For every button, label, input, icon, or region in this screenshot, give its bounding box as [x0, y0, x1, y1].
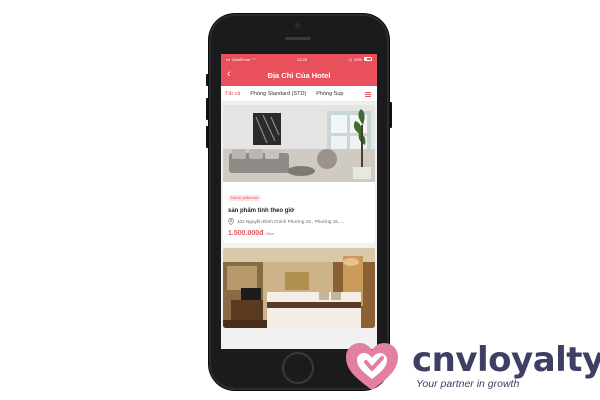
brand-tagline: Your partner in growth: [416, 378, 520, 390]
tab-all[interactable]: Tất cả: [225, 86, 241, 101]
power-button: [389, 102, 392, 128]
phone-screen: ▪▪▪ MobiFone ◠ 13:25 ◷ 29% ‹ Địa Chỉ Của…: [221, 54, 377, 349]
brand-name: cnvloyalty: [412, 340, 600, 380]
home-button[interactable]: [282, 352, 314, 384]
stage: ▪▪▪ MobiFone ◠ 13:25 ◷ 29% ‹ Địa Chỉ Của…: [0, 0, 600, 400]
listing-card[interactable]: Đại sứ phẩm sóc sản phẩm tính theo giờ 1…: [223, 105, 375, 243]
wifi-icon: ◠: [252, 56, 256, 62]
location-pin-icon: [228, 218, 234, 225]
listing-photo: [223, 105, 375, 182]
category-tabs: Tất cả Phòng Standard (STD) Phòng Sup: [221, 86, 377, 102]
alarm-icon: ◷: [348, 56, 352, 62]
tab-superior-room[interactable]: Phòng Sup: [316, 86, 343, 101]
menu-icon[interactable]: [362, 86, 374, 101]
signal-icon: ▪▪▪: [226, 56, 231, 62]
battery-percent: 29%: [353, 56, 362, 62]
listing-price: 1.500.000đ: [228, 230, 264, 237]
mute-switch: [206, 74, 209, 86]
listing-photo: [223, 248, 375, 328]
speaker-grille: [285, 37, 311, 40]
page-title: Địa Chỉ Của Hotel: [267, 70, 331, 80]
listing-card[interactable]: [223, 248, 375, 328]
status-bar: ▪▪▪ MobiFone ◠ 13:25 ◷ 29%: [221, 54, 377, 64]
listing-badge: Đại sứ phẩm sóc: [228, 195, 262, 201]
listing-address: 102 Nguyễn Đình Chính Phường 15 , Phường…: [237, 219, 345, 224]
volume-down-button: [206, 126, 209, 148]
battery-icon: [364, 57, 372, 61]
phone-frame: ▪▪▪ MobiFone ◠ 13:25 ◷ 29% ‹ Địa Chỉ Của…: [206, 14, 392, 390]
front-camera: [295, 23, 300, 28]
status-time: 13:25: [297, 56, 308, 62]
price-unit: /đêm: [265, 231, 275, 236]
address-row: 102 Nguyễn Đình Chính Phường 15 , Phường…: [228, 218, 370, 225]
price-row: 1.500.000đ /đêm: [228, 230, 370, 237]
listing-feed[interactable]: Đại sứ phẩm sóc sản phẩm tính theo giờ 1…: [221, 102, 377, 349]
carrier-name: MobiFone: [232, 56, 251, 62]
app-header: ‹ Địa Chỉ Của Hotel: [221, 64, 377, 86]
volume-up-button: [206, 98, 209, 120]
tab-standard-room[interactable]: Phòng Standard (STD): [250, 86, 306, 101]
listing-info: Đại sứ phẩm sóc sản phẩm tính theo giờ 1…: [223, 182, 375, 243]
brand-logo: cnvloyalty Your partner in growth: [344, 338, 600, 398]
heart-logo-icon: [346, 343, 398, 390]
chevron-left-icon[interactable]: ‹: [227, 68, 231, 80]
listing-name: sản phẩm tính theo giờ: [228, 208, 295, 214]
